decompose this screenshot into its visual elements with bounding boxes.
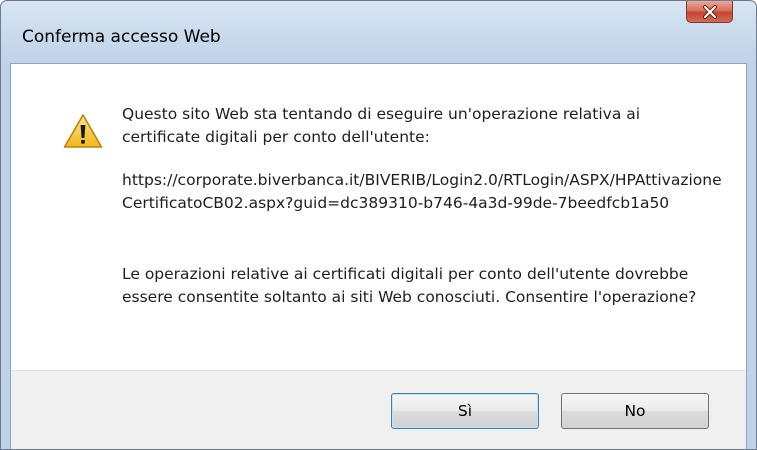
window-title: Conferma accesso Web <box>22 27 221 47</box>
no-button[interactable]: No <box>561 393 709 429</box>
message-intro: Questo sito Web sta tentando di eseguire… <box>122 105 641 146</box>
dialog-window: Conferma accesso Web Questo sito Web sta… <box>0 0 757 450</box>
dialog-content: Questo sito Web sta tentando di eseguire… <box>10 63 747 449</box>
warning-icon <box>63 114 103 148</box>
title-bar[interactable]: Conferma accesso Web <box>1 1 756 63</box>
button-bar: Sì No <box>11 370 746 449</box>
close-button[interactable] <box>686 1 733 23</box>
yes-button[interactable]: Sì <box>391 393 539 429</box>
close-icon <box>702 4 717 19</box>
url-text: https://corporate.biverbanca.it/BIVERIB/… <box>122 171 722 212</box>
message-question: Le operazioni relative ai certificati di… <box>122 265 697 306</box>
